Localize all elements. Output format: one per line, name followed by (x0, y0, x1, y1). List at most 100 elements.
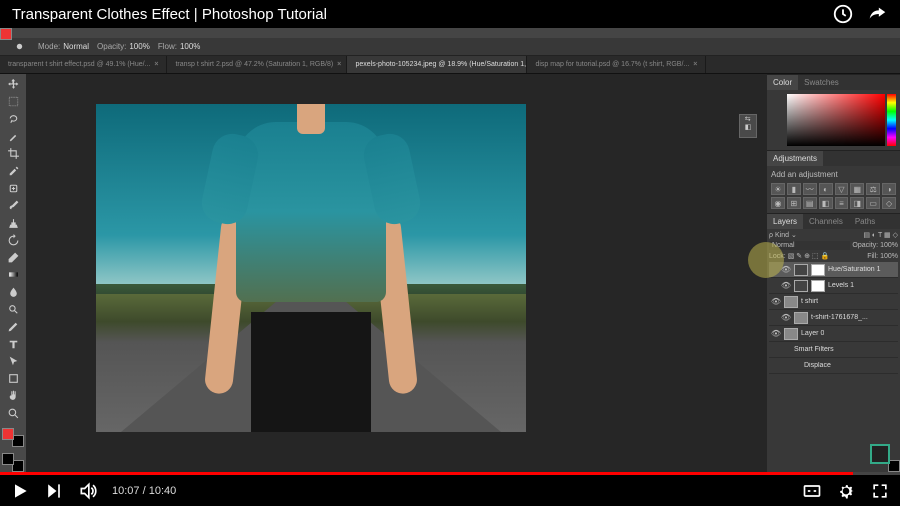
type-tool-icon[interactable] (2, 335, 24, 352)
brightness-adjustment-icon[interactable]: ☀ (771, 183, 785, 195)
threshold-adjustment-icon[interactable]: ◨ (850, 197, 864, 209)
layer-row[interactable]: Smart Filters (769, 342, 898, 358)
watch-later-icon[interactable] (832, 3, 854, 25)
layer-filter-row[interactable]: ρKind⌄▤ ◐ T ▦ ◇ (769, 231, 898, 239)
next-button[interactable] (44, 481, 64, 501)
foreground-background-colors[interactable] (2, 428, 24, 447)
visibility-icon[interactable]: 👁 (771, 329, 781, 339)
channel-badge-icon (870, 444, 890, 464)
layer-row[interactable]: Displace (769, 358, 898, 374)
layer-row[interactable]: 👁t shirt (769, 294, 898, 310)
settings-button[interactable] (836, 481, 856, 501)
history-brush-tool-icon[interactable] (2, 232, 24, 249)
layer-mask-thumbnail[interactable] (811, 280, 825, 292)
visibility-icon[interactable]: 👁 (771, 297, 781, 307)
layer-row[interactable]: 👁Layer 0 (769, 326, 898, 342)
volume-button[interactable] (78, 481, 98, 501)
video-title-bar: Transparent Clothes Effect | Photoshop T… (0, 0, 900, 28)
layer-thumbnail[interactable] (794, 264, 808, 276)
dodge-tool-icon[interactable] (2, 301, 24, 318)
close-icon[interactable]: × (693, 61, 697, 68)
play-button[interactable] (10, 481, 30, 501)
move-tool-icon[interactable] (2, 76, 24, 93)
flow-option[interactable]: Flow:100% (158, 42, 201, 51)
curves-adjustment-icon[interactable]: 〰 (803, 183, 817, 195)
tools-panel (0, 74, 26, 472)
layer-thumbnail[interactable] (794, 312, 808, 324)
color-tab[interactable]: Color (767, 75, 798, 90)
document-canvas[interactable] (96, 104, 526, 432)
foreground-background-colors[interactable] (2, 453, 24, 472)
invert-adjustment-icon[interactable]: ◧ (819, 197, 833, 209)
color-balance-adjustment-icon[interactable]: ⚖ (866, 183, 880, 195)
photoshop-menubar[interactable] (0, 28, 900, 38)
visibility-icon[interactable]: 👁 (781, 281, 791, 291)
magic-wand-tool-icon[interactable] (2, 128, 24, 145)
layer-row[interactable]: 👁Levels 1 (769, 278, 898, 294)
exposure-adjustment-icon[interactable]: ◐ (819, 183, 833, 195)
layers-tab[interactable]: Layers (767, 214, 803, 229)
blend-mode-row[interactable]: NormalOpacity:100% (769, 241, 898, 250)
layer-mask-thumbnail[interactable] (811, 264, 825, 276)
visibility-icon[interactable] (781, 345, 791, 355)
zoom-tool-icon[interactable] (2, 405, 24, 422)
selective-color-adjustment-icon[interactable]: ◇ (882, 197, 896, 209)
bw-adjustment-icon[interactable]: ◑ (882, 183, 896, 195)
paths-tab[interactable]: Paths (849, 214, 881, 229)
adjustments-hint: Add an adjustment (771, 170, 896, 179)
posterize-adjustment-icon[interactable]: ≡ (835, 197, 849, 209)
channels-tab[interactable]: Channels (803, 214, 849, 229)
swatches-tab[interactable]: Swatches (798, 75, 845, 90)
vibrance-adjustment-icon[interactable]: ▽ (835, 183, 849, 195)
channel-mixer-adjustment-icon[interactable]: ⊞ (787, 197, 801, 209)
lock-row[interactable]: Lock:▧ ✎ ⊕ ⬚ 🔒Fill:100% (769, 252, 898, 260)
adjustments-tab[interactable]: Adjustments (767, 151, 823, 166)
gradient-tool-icon[interactable] (2, 266, 24, 283)
layer-row[interactable]: 👁t-shirt-1761678_... (769, 310, 898, 326)
gradient-map-adjustment-icon[interactable]: ▭ (866, 197, 880, 209)
share-icon[interactable] (866, 3, 888, 25)
visibility-icon[interactable]: 👁 (781, 313, 791, 323)
eyedropper-tool-icon[interactable] (2, 162, 24, 179)
color-panel: Color Swatches (767, 74, 900, 150)
clone-stamp-tool-icon[interactable] (2, 214, 24, 231)
rectangle-tool-icon[interactable] (2, 370, 24, 387)
photo-filter-adjustment-icon[interactable]: ◉ (771, 197, 785, 209)
lasso-tool-icon[interactable] (2, 111, 24, 128)
blur-tool-icon[interactable] (2, 284, 24, 301)
layer-thumbnail[interactable] (784, 328, 798, 340)
color-lookup-adjustment-icon[interactable]: ▤ (803, 197, 817, 209)
marquee-tool-icon[interactable] (2, 93, 24, 110)
document-tab[interactable]: transparent t shirt effect.psd @ 49.1% (… (0, 56, 167, 73)
close-icon[interactable]: × (154, 61, 158, 68)
color-picker[interactable] (771, 94, 896, 146)
layer-row[interactable]: 👁Hue/Saturation 1 (769, 262, 898, 278)
hue-adjustment-icon[interactable]: ▦ (850, 183, 864, 195)
levels-adjustment-icon[interactable]: ▮ (787, 183, 801, 195)
progress-bar[interactable] (0, 472, 900, 475)
visibility-icon[interactable]: 👁 (781, 265, 791, 275)
canvas-area[interactable]: ⇆◧ (26, 74, 767, 472)
blend-mode-option[interactable]: Mode:Normal (38, 42, 89, 51)
crop-tool-icon[interactable] (2, 145, 24, 162)
opacity-option[interactable]: Opacity:100% (97, 42, 150, 51)
pen-tool-icon[interactable] (2, 318, 24, 335)
layer-thumbnail[interactable] (794, 280, 808, 292)
path-selection-tool-icon[interactable] (2, 353, 24, 370)
floating-panel[interactable]: ⇆◧ (739, 114, 757, 138)
document-tab[interactable]: transp t shirt 2.psd @ 47.2% (Saturation… (167, 56, 347, 73)
document-tab[interactable]: pexels-photo-105234.jpeg @ 18.9% (Hue/Sa… (347, 56, 527, 73)
options-bar[interactable]: Mode:Normal Opacity:100% Flow:100% (0, 38, 900, 56)
healing-brush-tool-icon[interactable] (2, 180, 24, 197)
hand-tool-icon[interactable] (2, 387, 24, 404)
layer-name: Displace (804, 362, 831, 369)
visibility-icon[interactable] (791, 361, 801, 371)
close-icon[interactable]: × (337, 61, 341, 68)
subtitles-button[interactable] (802, 481, 822, 501)
brush-tool-icon[interactable] (2, 197, 24, 214)
layer-thumbnail[interactable] (784, 296, 798, 308)
document-tab[interactable]: disp map for tutorial.psd @ 16.7% (t shi… (527, 56, 706, 73)
fullscreen-button[interactable] (870, 481, 890, 501)
eraser-tool-icon[interactable] (2, 249, 24, 266)
color-swatch[interactable] (771, 94, 785, 146)
